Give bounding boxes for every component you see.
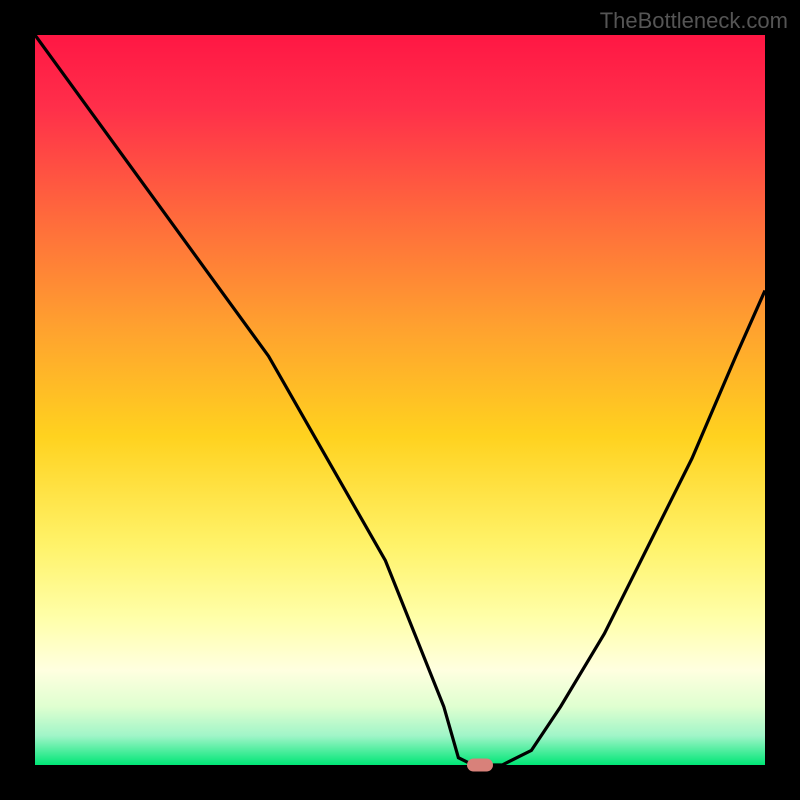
watermark-text: TheBottleneck.com [600,8,788,34]
optimal-marker [467,759,493,772]
plot-area [35,35,765,765]
bottleneck-curve [35,35,765,765]
